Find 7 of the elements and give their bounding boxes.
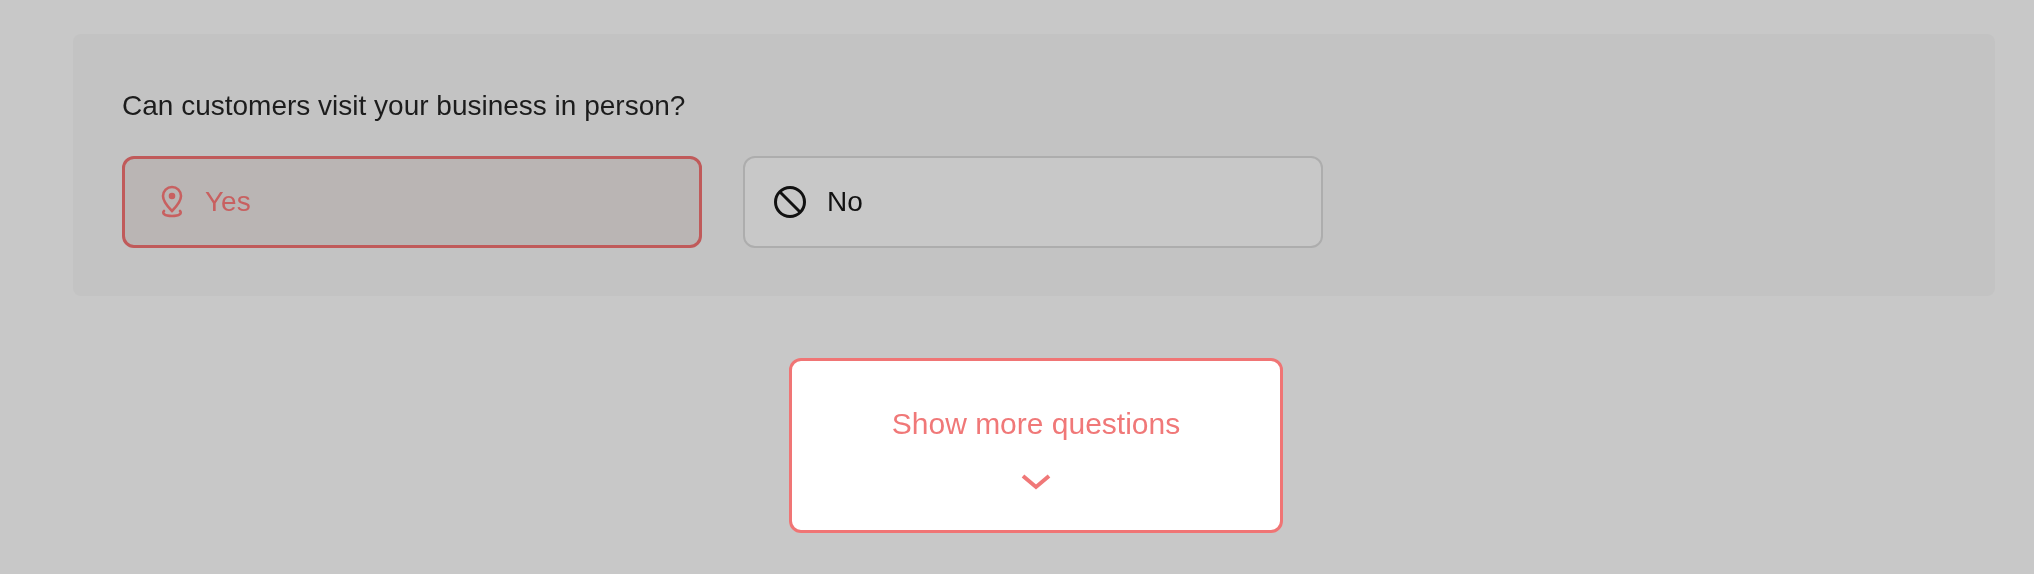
chevron-down-icon [1021,474,1051,490]
location-pin-icon [159,185,185,219]
prohibited-icon [773,185,807,219]
question-text: Can customers visit your business in person? [122,89,687,123]
show-more-button[interactable]: Show more questions [789,358,1283,533]
option-button[interactable]: No [743,156,1323,248]
option-button[interactable]: Yes [122,156,702,248]
